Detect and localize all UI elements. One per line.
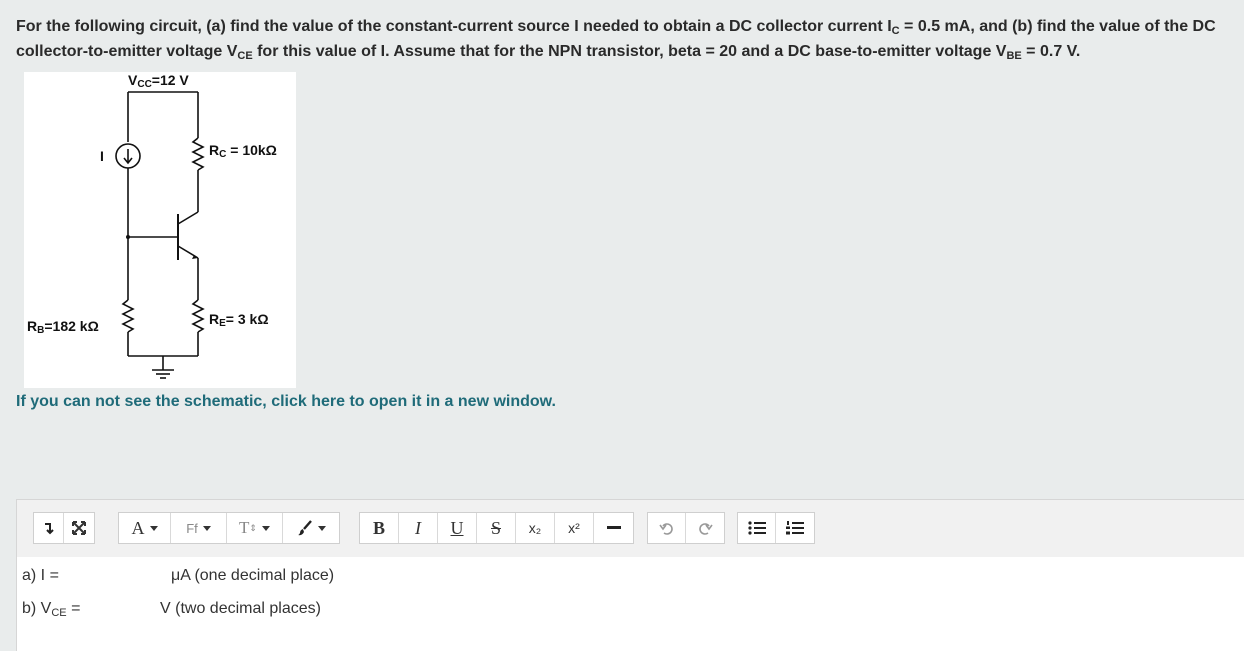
answer-a-unit: μA (one decimal place) (171, 567, 335, 584)
rb-label: RB=182 kΩ (27, 318, 99, 336)
fullscreen-icon[interactable] (64, 513, 94, 543)
bullet-list-button[interactable] (738, 513, 776, 543)
undo-icon (658, 523, 673, 535)
toolbar-group-font: A Ff T ⇕ (118, 512, 340, 544)
answer-a-label: a) I = (22, 567, 59, 584)
re-resistor-symbol (191, 299, 205, 333)
current-source-label: I (100, 148, 104, 164)
toolbar-group-insert (33, 512, 95, 544)
bold-button[interactable]: B (360, 513, 399, 543)
open-schematic-link[interactable]: If you can not see the schematic, click … (16, 393, 556, 411)
chevron-down-icon (149, 525, 158, 531)
horizontal-rule-button[interactable] (594, 513, 633, 543)
horizontal-rule-icon (606, 526, 621, 529)
subscript-button[interactable]: x₂ (516, 513, 555, 543)
answer-editor[interactable]: a) I = μA (one decimal place) b) VCE = V… (16, 557, 1244, 651)
underline-button[interactable]: U (438, 513, 477, 543)
insert-icon[interactable] (34, 513, 64, 543)
re-label: RE= 3 kΩ (209, 311, 269, 329)
toolbar-group-lists (737, 512, 815, 544)
chevron-down-icon (202, 525, 211, 531)
rc-label: RC = 10kΩ (209, 142, 277, 160)
paintbrush-icon (297, 520, 312, 536)
question-text: For the following circuit, (a) find the … (16, 18, 1216, 62)
rb-resistor-symbol (121, 299, 135, 333)
vcc-label: VCC=12 V (128, 72, 189, 90)
redo-icon (699, 523, 713, 535)
font-family-button[interactable]: Ff (171, 513, 227, 543)
highlight-button[interactable] (283, 513, 339, 543)
chevron-down-icon (317, 525, 326, 531)
italic-button[interactable]: I (399, 513, 438, 543)
bullet-list-icon (747, 521, 766, 535)
numbered-list-button[interactable] (776, 513, 814, 543)
circuit-schematic: VCC=12 V I RC = 10kΩ RB=182 kΩ RE= 3 kΩ (24, 72, 296, 388)
answer-b-label: b) VCE = (22, 600, 81, 619)
toolbar-group-format: B I U S x₂ x² (359, 512, 634, 544)
font-size-button[interactable]: T ⇕ (227, 513, 283, 543)
numbered-list-icon (786, 521, 804, 535)
editor-toolbar: A Ff T ⇕ B I U S x₂ x² (16, 499, 1244, 557)
size-arrows-icon: ⇕ (249, 522, 257, 533)
chevron-down-icon (261, 525, 270, 531)
font-color-button[interactable]: A (119, 513, 171, 543)
answer-b-unit: V (two decimal places) (160, 600, 321, 617)
toolbar-group-history (647, 512, 725, 544)
redo-button[interactable] (686, 513, 724, 543)
strikethrough-button[interactable]: S (477, 513, 516, 543)
circuit-drawing (115, 91, 205, 379)
superscript-button[interactable]: x² (555, 513, 594, 543)
rc-resistor-symbol (191, 137, 205, 171)
undo-button[interactable] (648, 513, 686, 543)
